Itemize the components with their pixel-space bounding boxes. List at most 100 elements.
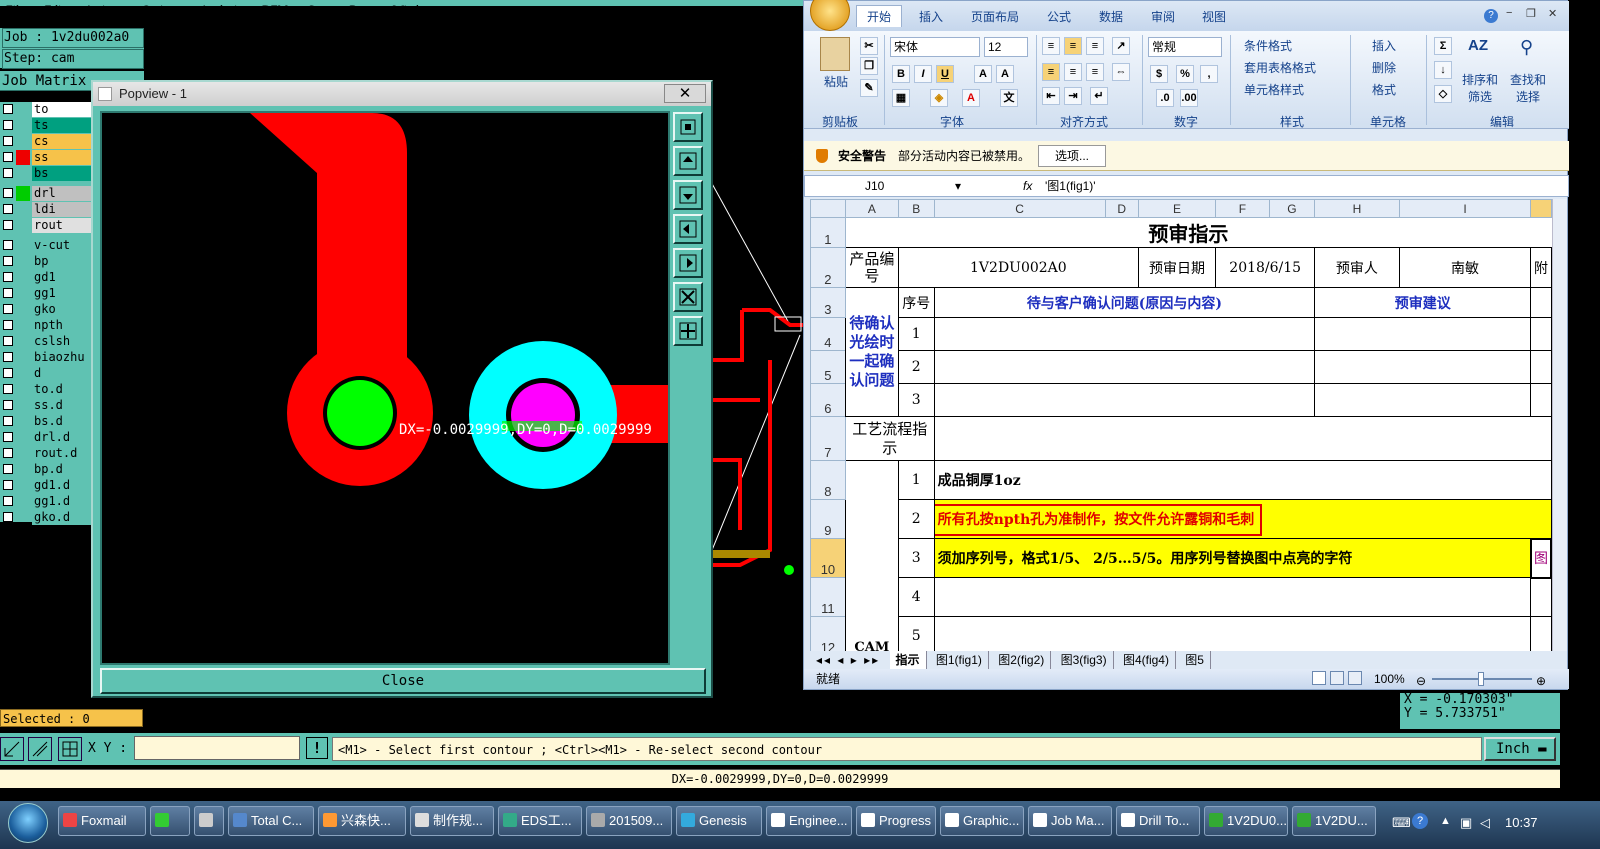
tab-view[interactable]: 视图	[1202, 8, 1226, 25]
row-header[interactable]: 9	[810, 499, 846, 539]
close-button[interactable]: Close	[100, 668, 706, 694]
decrease-decimal-icon[interactable]: .00	[1180, 89, 1198, 107]
layer-checkbox[interactable]	[3, 188, 13, 198]
popview-titlebar[interactable]: Popview - 1	[93, 82, 711, 106]
taskbar-item[interactable]: 201509...	[586, 806, 672, 836]
orientation-icon[interactable]: ↗	[1112, 37, 1130, 55]
layer-row[interactable]: gd1.d	[0, 478, 92, 493]
normal-view-icon[interactable]	[1312, 671, 1326, 685]
wrap-text-icon[interactable]: ↵	[1090, 87, 1108, 105]
reviewer[interactable]: 南敏	[1398, 247, 1532, 288]
increase-indent-icon[interactable]: ⇥	[1064, 87, 1082, 105]
taskbar-item[interactable]: 1V2DU...	[1292, 806, 1376, 836]
layer-checkbox[interactable]	[3, 120, 13, 130]
measure-tool-icon[interactable]	[28, 737, 52, 761]
sheet-tab[interactable]: 图1(fig1)	[930, 651, 989, 669]
col-header[interactable]: A	[844, 199, 899, 218]
menu-item[interactable]: File	[6, 2, 25, 6]
menu-item[interactable]: Analysis	[200, 2, 242, 6]
sheet-tab[interactable]: 指示	[889, 651, 927, 669]
row-header[interactable]: 6	[810, 383, 846, 417]
security-options-button[interactable]: 选项...	[1038, 145, 1106, 167]
layer-row[interactable]: cs	[0, 134, 92, 149]
italic-icon[interactable]: I	[914, 65, 932, 83]
sheet-tab[interactable]: 图5	[1179, 651, 1211, 669]
taskbar-item[interactable]	[150, 806, 190, 836]
row-header[interactable]: 5	[810, 350, 846, 384]
tab-review[interactable]: 审阅	[1151, 8, 1175, 25]
formula-content[interactable]: '图1(fig1)'	[1045, 176, 1096, 196]
product-no[interactable]: 1V2DU002A0	[897, 247, 1139, 288]
menu-item[interactable]: Actions	[85, 2, 122, 6]
col-header[interactable]: B	[897, 199, 935, 218]
taskbar-item[interactable]: Graphic...	[940, 806, 1024, 836]
fill-icon[interactable]: ↓	[1434, 61, 1452, 79]
taskbar-item[interactable]: EDS工...	[498, 806, 582, 836]
layer-row[interactable]: v-cut	[0, 238, 92, 253]
vertical-scrollbar[interactable]	[1552, 199, 1567, 651]
layer-checkbox[interactable]	[3, 168, 13, 178]
align-top-icon[interactable]: ≡	[1042, 37, 1060, 55]
layer-checkbox[interactable]	[3, 220, 13, 230]
taskbar-item[interactable]: 兴森快...	[318, 806, 406, 836]
col-header[interactable]: C	[933, 199, 1106, 218]
suggest-header[interactable]: 预审建议	[1314, 287, 1532, 318]
zoom-level[interactable]: 100%	[1374, 669, 1405, 689]
pcb-canvas[interactable]	[700, 170, 810, 590]
font-name-select[interactable]: 宋体	[890, 37, 980, 57]
restore-icon[interactable]: ❐	[1526, 7, 1536, 20]
layer-checkbox[interactable]	[3, 288, 13, 298]
format-painter-icon[interactable]: ✎	[860, 79, 878, 97]
align-bottom-icon[interactable]: ≡	[1086, 37, 1104, 55]
row-header[interactable]: 3	[810, 287, 846, 318]
layer-row[interactable]: ldi	[0, 202, 92, 217]
autosum-icon[interactable]: Σ	[1434, 37, 1452, 55]
close-icon[interactable]: ✕	[1548, 7, 1557, 20]
zoom-out-icon[interactable]	[673, 316, 703, 346]
layer-row[interactable]: drl.d	[0, 430, 92, 445]
shrink-font-icon[interactable]: A	[996, 65, 1014, 83]
review-date[interactable]: 2018/6/15	[1215, 247, 1316, 288]
find-select-button[interactable]: 查找和选择	[1506, 71, 1550, 105]
format-as-table-button[interactable]: 套用表格格式	[1244, 59, 1316, 76]
tab-formulas[interactable]: 公式	[1047, 8, 1071, 25]
seq-number[interactable]: 3	[897, 383, 935, 417]
taskbar-item[interactable]: Foxmail	[58, 806, 146, 836]
page-break-view-icon[interactable]	[1348, 671, 1362, 685]
start-button-icon[interactable]	[8, 803, 48, 843]
layer-row[interactable]: biaozhu	[0, 350, 92, 365]
close-icon[interactable]: ✕	[664, 84, 706, 103]
seq-number[interactable]: 1	[897, 460, 935, 500]
pan-up-icon[interactable]	[673, 146, 703, 176]
layer-checkbox[interactable]	[3, 152, 13, 162]
underline-icon[interactable]: U	[936, 65, 954, 83]
layer-checkbox[interactable]	[3, 320, 13, 330]
layer-row[interactable]: bs.d	[0, 414, 92, 429]
clear-icon[interactable]: ◇	[1434, 85, 1452, 103]
clock[interactable]: 10:37	[1505, 815, 1538, 830]
taskbar-item[interactable]: Drill To...	[1116, 806, 1200, 836]
fill-color-icon[interactable]: ◈	[930, 89, 948, 107]
fig-ref-cell[interactable]: 图	[1529, 537, 1552, 579]
zoom-out-icon[interactable]: ⊖	[1416, 671, 1426, 691]
seq-number[interactable]: 3	[897, 538, 935, 578]
layer-row[interactable]: bp.d	[0, 462, 92, 477]
seq-number[interactable]: 4	[897, 577, 935, 617]
row-header[interactable]: 4	[810, 317, 846, 351]
page-layout-view-icon[interactable]	[1330, 671, 1344, 685]
select-tool-icon[interactable]	[0, 737, 24, 761]
layer-checkbox[interactable]	[3, 480, 13, 490]
tab-nav-arrows[interactable]: ◂◂ ◂ ▸ ▸▸	[810, 651, 886, 669]
layer-checkbox[interactable]	[3, 204, 13, 214]
col-header[interactable]: E	[1137, 199, 1217, 218]
sheet-tab[interactable]: 图4(fig4)	[1117, 651, 1176, 669]
delete-cells-button[interactable]: 删除	[1372, 59, 1396, 76]
seq-number[interactable]: 2	[897, 350, 935, 384]
pan-left-icon[interactable]	[673, 214, 703, 244]
layer-checkbox[interactable]	[3, 384, 13, 394]
menu-item[interactable]: DFM	[262, 2, 288, 6]
layer-checkbox[interactable]	[3, 368, 13, 378]
keyboard-icon[interactable]: ⌨	[1392, 815, 1411, 831]
office-button-icon[interactable]	[810, 0, 850, 31]
row-header[interactable]: 12	[810, 616, 846, 651]
